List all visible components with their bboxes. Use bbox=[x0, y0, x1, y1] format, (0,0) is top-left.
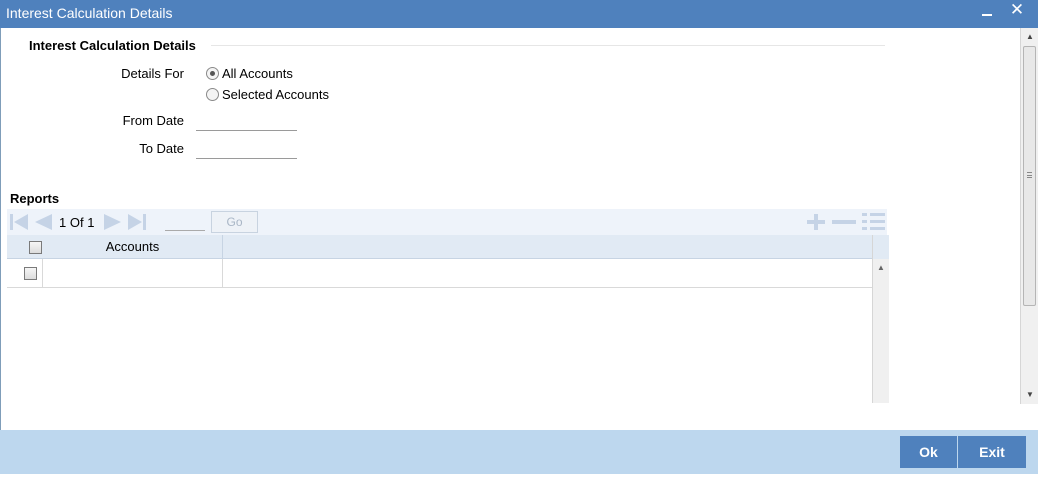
go-button[interactable]: Go bbox=[211, 211, 258, 233]
pager-current: 1 bbox=[59, 215, 67, 230]
pager-total: 1 bbox=[87, 215, 95, 230]
footer-bar: Ok Exit bbox=[0, 430, 1038, 474]
main-content: Interest Calculation Details Details For… bbox=[0, 28, 1020, 430]
table-row bbox=[7, 259, 872, 288]
grid-scrollbar-header bbox=[873, 235, 889, 259]
to-date-input[interactable] bbox=[196, 139, 297, 159]
grid-header: Accounts bbox=[7, 235, 872, 259]
minimize-button[interactable] bbox=[978, 2, 996, 22]
page-number-input[interactable] bbox=[165, 213, 205, 231]
previous-page-icon[interactable] bbox=[33, 213, 53, 231]
to-date-label: To Date bbox=[139, 141, 184, 156]
window-title-bar: Interest Calculation Details ✕ bbox=[0, 0, 1038, 28]
grip-icon bbox=[1027, 172, 1032, 178]
radio-all-accounts[interactable]: All Accounts bbox=[206, 66, 293, 81]
reports-toolbar: 1 Of 1 Go bbox=[7, 209, 887, 235]
radio-selected-icon bbox=[206, 67, 219, 80]
pager-text: 1 Of 1 bbox=[59, 215, 94, 230]
ok-button[interactable]: Ok bbox=[900, 436, 957, 468]
bottom-strip bbox=[0, 474, 1038, 483]
window-title: Interest Calculation Details bbox=[6, 5, 173, 21]
pager-of-label: Of bbox=[69, 215, 84, 230]
minimize-icon bbox=[982, 14, 992, 16]
section-title: Interest Calculation Details bbox=[29, 38, 196, 53]
single-view-icon[interactable] bbox=[861, 212, 887, 232]
radio-selected-accounts-label: Selected Accounts bbox=[222, 87, 329, 102]
scrollbar-thumb[interactable] bbox=[1023, 46, 1036, 306]
row-checkbox[interactable] bbox=[24, 267, 37, 280]
grid-scrollbar[interactable]: ▲ bbox=[872, 235, 889, 403]
close-button[interactable]: ✕ bbox=[1008, 0, 1026, 20]
column-header-accounts[interactable]: Accounts bbox=[43, 235, 223, 259]
delete-row-icon[interactable] bbox=[831, 212, 857, 232]
scroll-up-icon[interactable]: ▲ bbox=[1026, 32, 1034, 41]
select-all-checkbox[interactable] bbox=[29, 241, 42, 254]
cell-divider bbox=[42, 259, 43, 288]
window-scrollbar[interactable]: ▲ ▼ bbox=[1020, 28, 1038, 404]
scroll-up-icon[interactable]: ▲ bbox=[877, 263, 885, 272]
next-page-icon[interactable] bbox=[103, 213, 123, 231]
details-for-label: Details For bbox=[121, 66, 184, 81]
first-page-icon[interactable] bbox=[9, 213, 29, 231]
reports-title: Reports bbox=[10, 191, 60, 206]
from-date-input[interactable] bbox=[196, 111, 297, 131]
radio-all-accounts-label: All Accounts bbox=[222, 66, 293, 81]
reports-grid: Accounts ▲ bbox=[7, 235, 889, 403]
last-page-icon[interactable] bbox=[127, 213, 147, 231]
radio-unselected-icon bbox=[206, 88, 219, 101]
scroll-down-icon[interactable]: ▼ bbox=[1026, 390, 1034, 399]
radio-selected-accounts[interactable]: Selected Accounts bbox=[206, 87, 329, 102]
exit-button[interactable]: Exit bbox=[958, 436, 1026, 468]
close-icon: ✕ bbox=[1009, 0, 1025, 19]
from-date-label: From Date bbox=[122, 113, 184, 128]
cell-divider bbox=[222, 259, 223, 288]
add-row-icon[interactable] bbox=[805, 212, 827, 232]
section-divider bbox=[211, 45, 885, 46]
